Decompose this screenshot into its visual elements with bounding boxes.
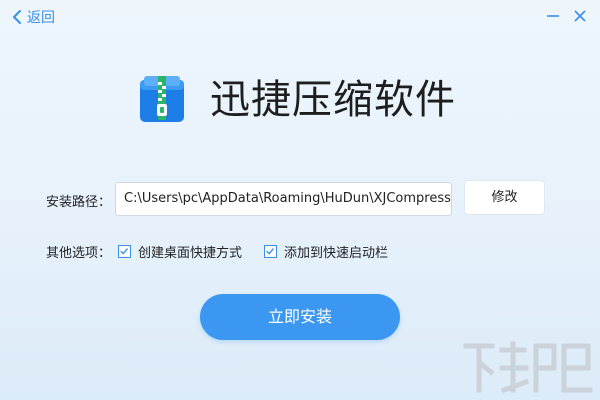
title-bar: 返回 <box>0 0 600 34</box>
checkmark-icon <box>266 248 274 255</box>
add-quick-launch-checkbox[interactable]: 添加到快速启动栏 <box>264 242 388 261</box>
watermark-logo <box>463 341 593 394</box>
app-brand: 迅捷压缩软件 <box>136 74 456 126</box>
install-path-input[interactable]: C:\Users\pc\AppData\Roaming\HuDun\XJComp… <box>115 182 452 216</box>
install-path-label: 安装路径： <box>46 195 112 210</box>
other-options-label: 其他选项： <box>46 246 112 261</box>
install-now-button[interactable]: 立即安装 <box>200 294 400 340</box>
checkbox-box <box>118 245 131 258</box>
app-title: 迅捷压缩软件 <box>210 77 456 123</box>
chevron-left-icon <box>13 10 21 24</box>
checkmark-icon <box>120 248 128 255</box>
zip-archive-icon <box>140 76 184 122</box>
checkbox-label: 添加到快速启动栏 <box>284 246 389 261</box>
create-desktop-shortcut-checkbox[interactable]: 创建桌面快捷方式 <box>118 242 242 261</box>
minimize-icon[interactable] <box>545 8 561 24</box>
checkbox-label: 创建桌面快捷方式 <box>138 246 243 261</box>
checkbox-box <box>264 245 277 258</box>
back-button[interactable]: 返回 <box>10 7 55 27</box>
back-button-label: 返回 <box>27 10 55 26</box>
close-icon[interactable] <box>572 8 588 24</box>
modify-button[interactable]: 修改 <box>464 180 545 215</box>
